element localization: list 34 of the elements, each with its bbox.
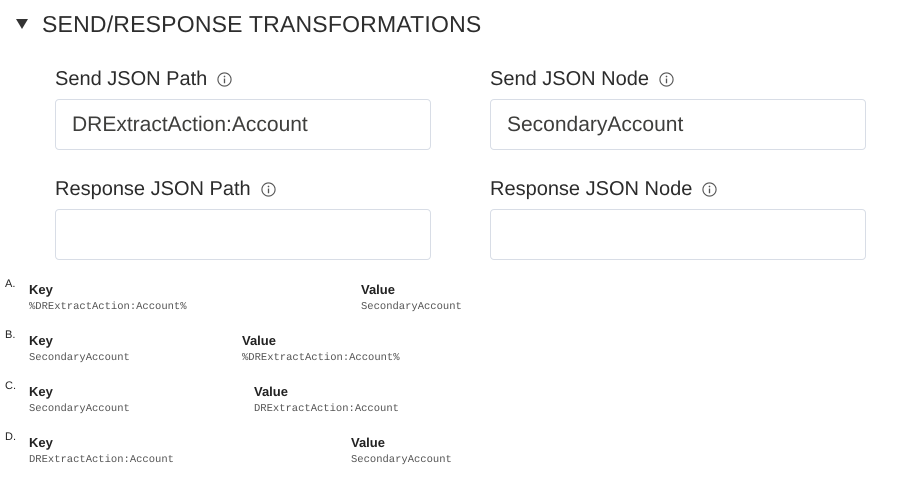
column-heading: Key: [29, 434, 54, 449]
column-heading: Value: [242, 332, 277, 347]
value-text: SecondaryAccount: [361, 300, 462, 315]
column-heading: Key: [29, 281, 54, 296]
field-label: Response JSON Node: [490, 177, 692, 202]
field-label: Response JSON Path: [55, 177, 251, 202]
input-field[interactable]: [55, 209, 431, 260]
input-field[interactable]: SecondaryAccount: [490, 99, 866, 150]
key-text: SecondaryAccount: [29, 351, 131, 366]
field-label: Send JSON Path: [55, 67, 208, 92]
field-label: Send JSON Node: [490, 67, 649, 92]
input-field[interactable]: DRExtractAction:Account: [55, 99, 431, 150]
value-text: DRExtractAction:Account: [254, 402, 399, 417]
column-heading: Value: [361, 281, 396, 296]
value-text: %DRExtractAction:Account%: [242, 351, 400, 366]
info-icon[interactable]: [702, 182, 718, 196]
section-title: SEND/RESPONSE TRANSFORMATIONS: [42, 10, 482, 39]
value-text: SecondaryAccount: [351, 453, 452, 468]
option-letter: D.: [5, 430, 17, 445]
key-text: SecondaryAccount: [29, 402, 131, 417]
column-heading: Key: [29, 332, 54, 347]
key-text: DRExtractAction:Account: [29, 453, 175, 468]
info-icon[interactable]: [260, 182, 276, 196]
info-icon[interactable]: [217, 72, 232, 86]
column-heading: Value: [351, 434, 386, 449]
column-heading: Key: [29, 383, 54, 398]
option-letter: C.: [5, 379, 17, 394]
caret-icon[interactable]: [16, 19, 28, 29]
option-letter: B.: [5, 328, 16, 343]
info-icon[interactable]: [658, 72, 674, 86]
column-heading: Value: [254, 383, 289, 398]
option-letter: A.: [5, 277, 16, 292]
input-field[interactable]: [490, 209, 866, 260]
key-text: %DRExtractAction:Account%: [29, 300, 188, 315]
